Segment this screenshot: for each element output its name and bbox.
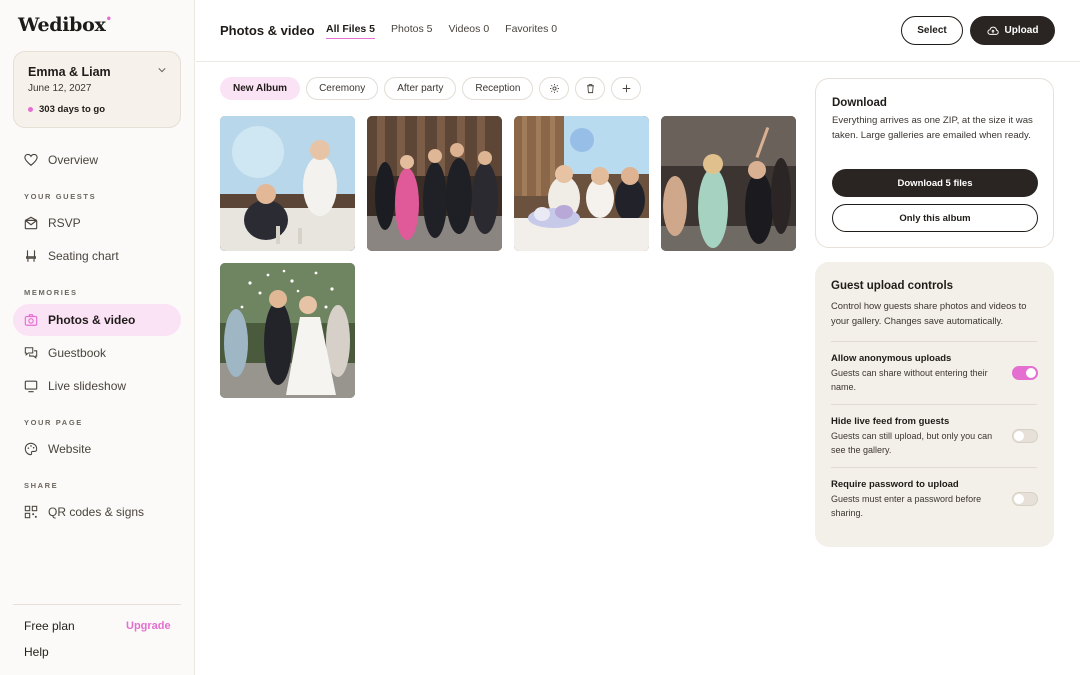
section-label-share: SHARE — [24, 481, 59, 490]
gear-icon — [549, 84, 559, 93]
qr-code-icon — [24, 505, 38, 519]
photo-thumbnail[interactable] — [220, 116, 355, 251]
photo-thumbnail[interactable] — [661, 116, 796, 251]
status-dot-icon — [28, 107, 33, 112]
sidebar: Wedibox• Emma & Liam June 12, 2027 303 d… — [0, 0, 195, 675]
album-chip-after-party[interactable]: After party — [384, 77, 457, 100]
setting-description: Guests can share without entering their … — [831, 368, 988, 392]
sidebar-item-website[interactable]: Website — [13, 433, 181, 465]
album-chip-ceremony[interactable]: Ceremony — [306, 77, 379, 100]
photo-party — [661, 116, 796, 251]
countdown: 303 days to go — [28, 104, 105, 115]
monitor-icon — [24, 379, 38, 393]
toggle-knob — [1014, 431, 1024, 441]
album-chip-reception[interactable]: Reception — [462, 77, 534, 100]
add-album-button[interactable] — [611, 77, 642, 100]
plan-label: Free plan — [24, 619, 75, 633]
tab-photos[interactable]: Photos 5 — [391, 23, 432, 39]
event-name: Emma & Liam — [28, 65, 111, 79]
file-tabs: All Files 5 Photos 5 Videos 0 Favorites … — [326, 23, 557, 39]
event-date: June 12, 2027 — [28, 83, 92, 94]
tab-all-files[interactable]: All Files 5 — [326, 23, 376, 39]
sidebar-item-qr[interactable]: QR codes & signs — [13, 496, 181, 528]
guest-upload-controls: Guest upload controls Control how guests… — [815, 262, 1054, 547]
tab-videos[interactable]: Videos 0 — [448, 23, 489, 39]
setting-description: Guests can still upload, but only you ca… — [831, 431, 993, 455]
controls-description: Control how guests share photos and vide… — [831, 300, 1027, 326]
download-description: Everything arrives as one ZIP, at the si… — [832, 115, 1033, 141]
brand-logo[interactable]: Wedibox• — [18, 14, 112, 36]
download-title: Download — [832, 97, 887, 109]
setting-description: Guests must enter a password before shar… — [831, 494, 982, 518]
sidebar-divider — [13, 604, 181, 605]
download-card: Download Everything arrives as one ZIP, … — [815, 78, 1054, 248]
photo-thumbnail[interactable] — [367, 116, 502, 251]
event-switcher[interactable]: Emma & Liam June 12, 2027 303 days to go — [13, 51, 181, 128]
toggle-knob — [1014, 494, 1024, 504]
trash-icon — [586, 84, 594, 94]
sidebar-item-overview[interactable]: Overview — [13, 144, 181, 176]
photo-confetti-exit — [220, 263, 355, 398]
chevron-down-icon — [158, 68, 166, 73]
require-password-toggle[interactable] — [1012, 492, 1038, 506]
photo-speeches — [220, 116, 355, 251]
chat-bubbles-icon — [24, 346, 38, 360]
section-label-guests: YOUR GUESTS — [24, 192, 97, 201]
sidebar-item-photos[interactable]: Photos & video — [13, 304, 181, 336]
divider — [831, 467, 1037, 468]
toggle-knob — [1026, 368, 1036, 378]
sidebar-item-guestbook[interactable]: Guestbook — [13, 337, 181, 369]
cloud-upload-icon — [986, 26, 999, 35]
chair-icon — [24, 249, 38, 263]
controls-title: Guest upload controls — [831, 280, 954, 292]
album-settings-button[interactable] — [539, 77, 570, 100]
page-title: Photos & video — [220, 23, 315, 38]
section-label-memories: MEMORIES — [24, 288, 78, 297]
upload-button[interactable]: Upload — [970, 16, 1055, 45]
section-label-page: YOUR PAGE — [24, 418, 83, 427]
select-button[interactable]: Select — [901, 16, 963, 45]
photo-thumbnail[interactable] — [220, 263, 355, 398]
download-album-button[interactable]: Only this album — [832, 204, 1038, 232]
delete-album-button[interactable] — [575, 77, 606, 100]
photo-dancefloor — [367, 116, 502, 251]
download-all-button[interactable]: Download 5 files — [832, 169, 1038, 197]
setting-title: Allow anonymous uploads — [831, 353, 952, 364]
new-album-button[interactable]: New Album — [220, 77, 301, 100]
setting-title: Require password to upload — [831, 479, 959, 490]
divider — [831, 404, 1037, 405]
sidebar-item-slideshow[interactable]: Live slideshow — [13, 370, 181, 402]
anonymous-uploads-toggle[interactable] — [1012, 366, 1038, 380]
tab-favorites[interactable]: Favorites 0 — [505, 23, 557, 39]
palette-icon — [24, 442, 38, 456]
envelope-icon — [24, 216, 38, 230]
setting-title: Hide live feed from guests — [831, 416, 950, 427]
plus-icon — [622, 84, 631, 93]
heart-icon — [24, 153, 38, 167]
help-link[interactable]: Help — [24, 645, 49, 659]
photo-thumbnail[interactable] — [514, 116, 649, 251]
page-header: Photos & video All Files 5 Photos 5 Vide… — [196, 0, 1080, 62]
divider — [831, 341, 1037, 342]
photo-head-table — [514, 116, 649, 251]
hide-live-feed-toggle[interactable] — [1012, 429, 1038, 443]
album-chips: New Album Ceremony After party Reception — [220, 77, 642, 100]
sidebar-item-rsvp[interactable]: RSVP — [13, 207, 181, 239]
upgrade-link[interactable]: Upgrade — [126, 620, 171, 632]
camera-icon — [24, 313, 38, 327]
sidebar-item-seating[interactable]: Seating chart — [13, 240, 181, 272]
